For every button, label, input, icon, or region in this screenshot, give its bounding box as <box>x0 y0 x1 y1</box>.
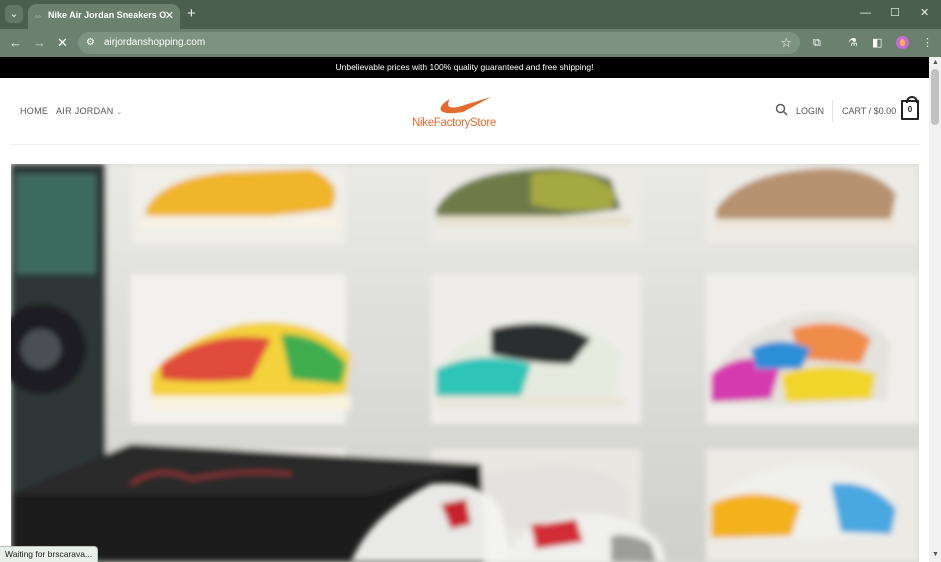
address-bar[interactable]: ⚙ airjordanshopping.com ☆ <box>78 32 800 54</box>
profile-avatar-icon[interactable] <box>896 36 909 49</box>
maximize-icon[interactable]: ☐ <box>890 6 900 20</box>
url-text[interactable]: airjordanshopping.com <box>104 37 205 48</box>
tab-close-icon[interactable]: ✕ <box>165 9 174 23</box>
bookmark-star-icon[interactable]: ☆ <box>780 35 792 51</box>
site-header: HOME AIR JORDAN ⌄ NikeFactoryStore LOGIN… <box>0 78 929 144</box>
cart-bag-icon[interactable]: 0 <box>901 96 919 120</box>
stop-loading-icon[interactable]: ✕ <box>57 35 68 51</box>
browser-menu-icon[interactable]: ⋮ <box>922 35 933 51</box>
nav-home-link[interactable]: HOME <box>20 106 48 116</box>
scroll-down-icon[interactable]: ▼ <box>932 551 939 558</box>
login-link[interactable]: LOGIN <box>796 106 824 116</box>
logo-text[interactable]: NikeFactoryStore <box>412 117 496 129</box>
minimize-icon[interactable]: — <box>860 6 871 20</box>
page-scrollbar[interactable]: ▲ ▼ <box>929 57 941 562</box>
labs-flask-icon[interactable]: ⚗ <box>848 35 858 51</box>
tab-search-icon[interactable]: ⌄ <box>5 5 23 23</box>
hero-sneaker-shelves-illustration <box>11 164 919 562</box>
new-tab-icon[interactable]: + <box>187 5 196 23</box>
search-icon[interactable] <box>775 103 788 116</box>
status-bubble: Waiting for brscarava... <box>0 546 99 562</box>
side-panel-icon[interactable]: ◧ <box>872 35 882 51</box>
cart-count: 0 <box>907 105 913 114</box>
scroll-thumb[interactable] <box>931 69 939 125</box>
extensions-icon[interactable]: ⧉ <box>813 35 821 51</box>
announcement-bar: Unbelievable prices with 100% quality gu… <box>0 57 929 78</box>
browser-toolbar: ← → ✕ ⚙ airjordanshopping.com ☆ ⧉ ⚗ ◧ ⋮ <box>0 29 941 57</box>
site-info-icon[interactable]: ⚙ <box>86 36 95 50</box>
nav-air-jordan-label: AIR JORDAN <box>56 106 114 116</box>
tab-strip: ⌄ ◦◦ Nike Air Jordan Sneakers Online ✕ +… <box>0 0 941 29</box>
header-separator <box>10 144 919 145</box>
tab-favicon-icon: ◦◦ <box>35 12 41 21</box>
hero-banner-image[interactable] <box>11 164 919 562</box>
back-icon[interactable]: ← <box>9 35 22 51</box>
active-tab[interactable]: ◦◦ Nike Air Jordan Sneakers Online ✕ <box>28 4 180 29</box>
announcement-text: Unbelievable prices with 100% quality gu… <box>335 62 594 72</box>
scroll-up-icon[interactable]: ▲ <box>932 59 939 66</box>
tab-title: Nike Air Jordan Sneakers Online <box>48 10 166 20</box>
chevron-down-icon: ⌄ <box>116 109 123 116</box>
cart-link[interactable]: CART / $0.00 <box>842 106 896 116</box>
nav-air-jordan-link[interactable]: AIR JORDAN ⌄ <box>56 106 123 116</box>
page-viewport: Unbelievable prices with 100% quality gu… <box>0 57 941 562</box>
close-window-icon[interactable]: ✕ <box>920 6 929 20</box>
browser-window: ⌄ ◦◦ Nike Air Jordan Sneakers Online ✕ +… <box>0 0 941 562</box>
forward-icon[interactable]: → <box>33 35 46 51</box>
header-divider <box>832 100 833 122</box>
